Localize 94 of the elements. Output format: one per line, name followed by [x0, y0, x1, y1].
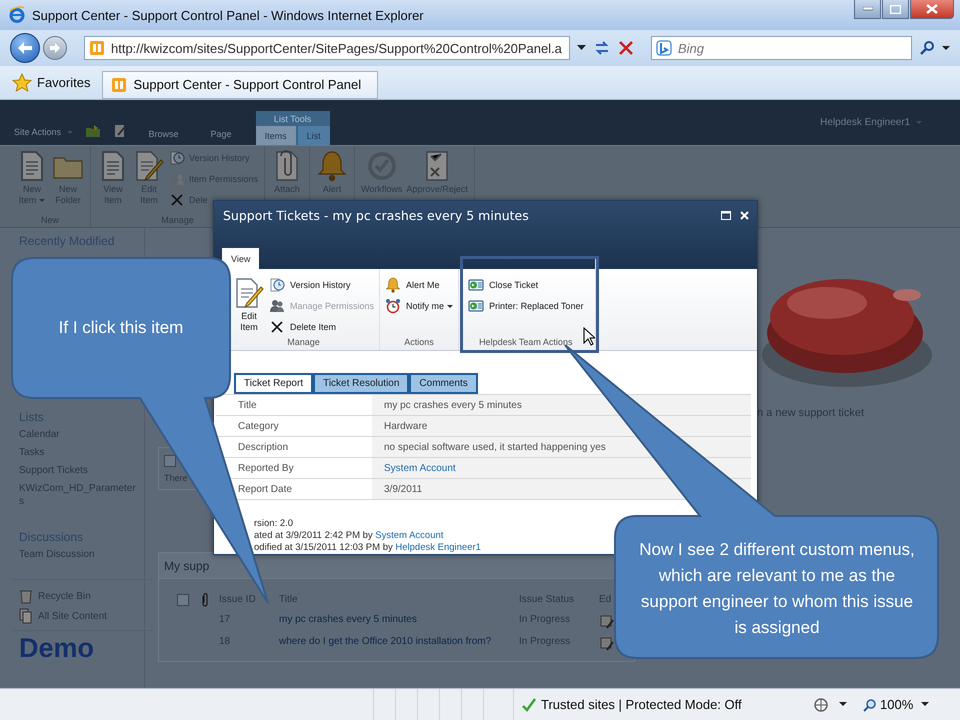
- site-icon: [89, 40, 105, 56]
- close-button[interactable]: [910, 0, 954, 19]
- group-label: Actions: [404, 337, 434, 347]
- folder-arrow-icon[interactable]: [84, 124, 101, 138]
- user-link[interactable]: System Account: [375, 530, 444, 541]
- right-arrow-icon: [49, 42, 61, 54]
- forward-button[interactable]: [43, 36, 67, 60]
- field-label: Description: [237, 442, 290, 452]
- address-field[interactable]: http://kwizcom/sites/SupportCenter/SitePages/Support%20Control%20Panel.a: [84, 36, 570, 60]
- check-circle-icon: [366, 150, 398, 182]
- dropdown-arrow-icon[interactable]: [577, 45, 586, 51]
- refresh-icon[interactable]: [593, 40, 611, 56]
- minimize-icon: [862, 7, 872, 11]
- search-engine-icon: [656, 40, 672, 56]
- ribbon-command[interactable]: Notify me: [385, 298, 454, 314]
- ribbon-tab[interactable]: Page: [200, 129, 242, 145]
- callout-text: If I click this item: [58, 318, 184, 338]
- checkbox[interactable]: [164, 455, 176, 467]
- minimize-button[interactable]: [854, 0, 881, 19]
- people-icon: [269, 298, 285, 314]
- edit-icon[interactable]: [599, 614, 615, 630]
- user-link[interactable]: Helpdesk Engineer1: [395, 542, 481, 553]
- form-tab[interactable]: Ticket Report: [234, 373, 314, 394]
- web-part-title: My supp: [164, 558, 210, 572]
- caret-icon[interactable]: [839, 702, 847, 707]
- ribbon-command[interactable]: Printer: Replaced Toner: [468, 298, 584, 314]
- dialog-title: Support Tickets - my pc crashes every 5 minutes: [223, 208, 529, 223]
- callout-text: Now I see 2 different custom menus, which are relevant to me as the support engineer to whom this issue is assigned: [638, 539, 916, 639]
- stop-icon[interactable]: [618, 40, 634, 56]
- group-label: Helpdesk Team Actions: [479, 337, 572, 347]
- back-button[interactable]: [10, 33, 40, 63]
- favorites-button[interactable]: Favorites: [12, 72, 90, 92]
- maximize-button[interactable]: [882, 0, 909, 19]
- browser-logo-icon: [8, 6, 26, 24]
- field-label: Reported By: [237, 462, 295, 474]
- field-label: Title: [237, 400, 258, 410]
- item-link[interactable]: my pc crashes every 5 minutes: [279, 614, 509, 625]
- clock-icon: [169, 150, 185, 166]
- field-link[interactable]: System Account: [384, 462, 456, 474]
- browser-tab[interactable]: Support Center - Support Control Panel: [102, 70, 378, 98]
- field-value: my pc crashes every 5 minutes: [384, 400, 522, 410]
- site-logo: Demo: [19, 633, 96, 664]
- site-actions-menu[interactable]: Site Actions: [14, 127, 73, 137]
- ribbon-command[interactable]: Alert Me: [385, 277, 454, 293]
- cursor-icon: [583, 327, 595, 346]
- bell-icon: [316, 150, 348, 182]
- maximize-icon[interactable]: [721, 211, 731, 220]
- ribbon-tab[interactable]: Items: [256, 126, 296, 145]
- arrow-card-icon: [468, 277, 484, 293]
- cross-icon: [269, 319, 285, 335]
- ribbon-tab[interactable]: Browse: [138, 129, 189, 145]
- caret-icon[interactable]: [942, 46, 950, 50]
- field-label: Category: [237, 420, 280, 432]
- zoom-control[interactable]: 100%: [863, 697, 914, 712]
- field-value: no special software used, it started happening yes: [384, 442, 606, 452]
- star-icon: [12, 72, 32, 92]
- context-group-label: List Tools: [272, 113, 312, 126]
- maximize-icon: [890, 4, 901, 14]
- ribbon-command[interactable]: Version History: [269, 277, 374, 293]
- window-title: Support Center - Support Control Panel - Windows Internet Explorer: [32, 8, 424, 22]
- cross-icon: [169, 192, 185, 208]
- ribbon-tab[interactable]: List: [298, 126, 330, 145]
- checkbox[interactable]: [177, 594, 189, 606]
- magnifier-icon: [863, 698, 877, 712]
- form-tab[interactable]: Comments: [409, 373, 478, 394]
- ribbon-command[interactable]: Delete Item: [269, 319, 374, 335]
- alarm-clock-icon: [385, 298, 402, 314]
- bell-icon: [385, 277, 402, 293]
- security-zone[interactable]: Trusted sites | Protected Mode: Off: [513, 689, 805, 720]
- field-label: Report Date: [237, 484, 293, 494]
- edit-page-icon[interactable]: [112, 124, 127, 138]
- caret-icon[interactable]: [921, 702, 930, 707]
- left-arrow-icon: [17, 41, 33, 55]
- check-icon: [522, 698, 536, 712]
- group-label: Manage: [287, 337, 320, 347]
- item-link[interactable]: where do I get the Office 2010 installation from?: [279, 636, 509, 647]
- field-value: Hardware: [384, 420, 428, 432]
- site-icon: [111, 76, 128, 92]
- ribbon-command[interactable]: Close Ticket: [468, 277, 584, 293]
- field-value: 3/9/2011: [384, 484, 422, 494]
- documents-icon: [19, 608, 33, 624]
- version-info: rsion: 2.0: [254, 518, 294, 529]
- ribbon-tab[interactable]: View: [222, 248, 260, 269]
- form-tab[interactable]: Ticket Resolution: [313, 373, 410, 394]
- paperclip-icon: [201, 593, 209, 607]
- user-menu[interactable]: Helpdesk Engineer1: [820, 117, 922, 128]
- ribbon-command[interactable]: Edit Item: [233, 277, 265, 337]
- edit-icon[interactable]: [599, 636, 615, 652]
- close-icon[interactable]: [740, 211, 749, 220]
- clock-icon: [269, 277, 285, 293]
- close-icon: [926, 4, 938, 14]
- arrow-card-icon: [468, 298, 484, 314]
- search-field[interactable]: Bing: [651, 36, 912, 60]
- search-icon[interactable]: [919, 40, 935, 56]
